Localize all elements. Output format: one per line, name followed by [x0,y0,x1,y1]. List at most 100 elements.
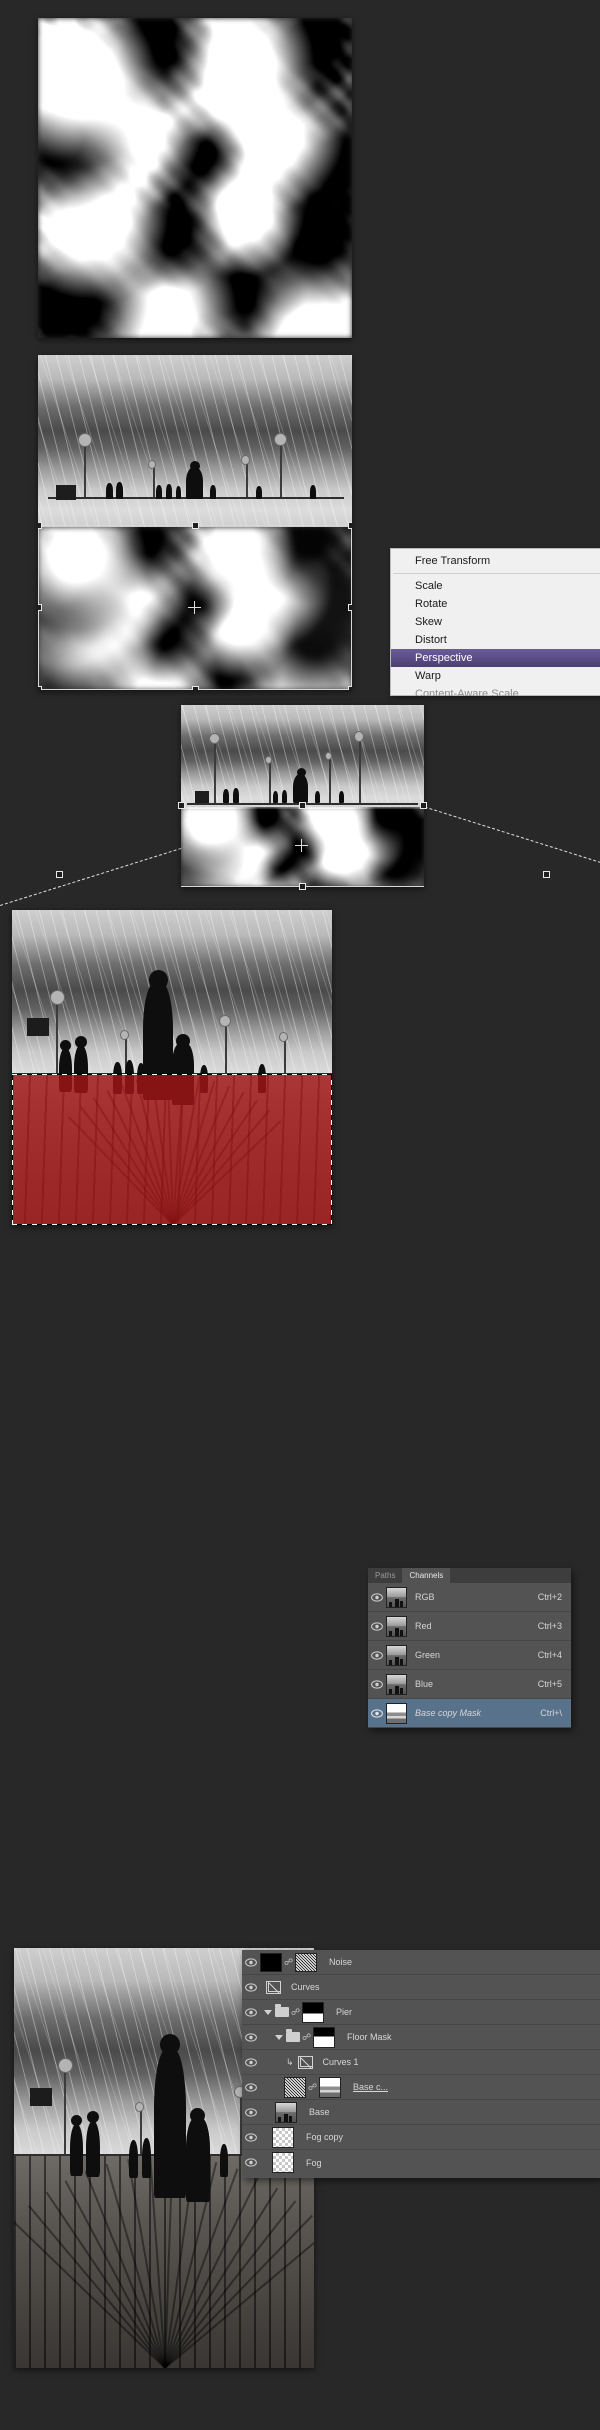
layer-row-fog[interactable]: Fog [242,2150,600,2175]
group-mask-thumbnail[interactable] [313,2026,335,2048]
perspective-reference-point[interactable] [295,839,308,852]
panel-perspective-transform [0,705,600,906]
menu-item-distort[interactable]: Distort [391,631,600,649]
group-disclosure-triangle-icon[interactable] [275,2034,283,2040]
handle-top-right[interactable] [348,522,352,529]
eye-icon[interactable] [368,1592,386,1602]
layers-list: ☍ Noise Curves ☍ Pier ☍ Floor Mask ↳ Cur… [242,1950,600,2175]
eye-icon[interactable] [242,1957,260,1967]
layer-row-curves-1[interactable]: ↳ Curves 1 [242,2050,600,2075]
handle-top-center[interactable] [192,522,199,529]
link-icon[interactable]: ☍ [284,1957,293,1968]
channel-row-green[interactable]: Green Ctrl+4 [368,1641,571,1670]
layer-name[interactable]: Base [309,2107,600,2117]
layer-thumbnail[interactable] [295,1952,317,1972]
tab-paths[interactable]: Paths [368,1568,403,1583]
channel-name: Red [415,1621,432,1631]
channel-row-blue[interactable]: Blue Ctrl+5 [368,1670,571,1699]
link-icon[interactable]: ☍ [291,2007,300,2018]
menu-item-rotate[interactable]: Rotate [391,595,600,613]
link-icon[interactable]: ☍ [302,2032,311,2043]
eye-icon[interactable] [242,2057,260,2067]
eye-icon[interactable] [242,2007,260,2017]
quick-mask-red-overlay [12,1075,332,1225]
layer-thumbnail[interactable] [272,2152,294,2173]
menu-separator [393,573,600,574]
folder-icon [286,2029,300,2042]
handle-mid-right[interactable] [348,604,352,611]
layers-panel[interactable]: ☍ Noise Curves ☍ Pier ☍ Floor Mask ↳ Cur… [242,1950,600,2178]
transform-context-menu[interactable]: Free Transform Scale Rotate Skew Distort… [390,548,600,696]
eye-icon[interactable] [242,2158,260,2167]
eye-icon[interactable] [368,1650,386,1660]
link-icon[interactable]: ☍ [308,2082,317,2093]
layer-row-curves[interactable]: Curves [242,1975,600,2000]
handle-mid-left[interactable] [38,604,42,611]
channels-list: RGB Ctrl+2 Red Ctrl+3 Green Ctrl+4 Blue … [368,1583,571,1728]
layer-name-editing[interactable]: Base c... [353,2082,600,2092]
perspective-handle-top-left[interactable] [178,802,185,809]
eye-icon[interactable] [242,2032,260,2042]
channels-panel[interactable]: Paths Channels RGB Ctrl+2 Red Ctrl+3 Gre… [368,1568,571,1728]
channel-name: Base copy Mask [415,1708,482,1718]
group-mask-thumbnail[interactable] [302,2001,324,2023]
eye-icon[interactable] [368,1679,386,1689]
layer-thumbnail[interactable] [284,2076,306,2098]
perspective-handle-bottom-center[interactable] [299,883,306,890]
curves-adjustment-icon[interactable] [266,1980,281,1994]
perspective-handle-top-center[interactable] [299,802,306,809]
layer-row-fog-copy[interactable]: Fog copy [242,2125,600,2150]
channel-shortcut: Ctrl+2 [537,1592,562,1602]
layer-name[interactable]: Floor Mask [347,2032,600,2042]
layer-name[interactable]: Curves [291,1982,600,1992]
channel-shortcut: Ctrl+3 [537,1621,562,1631]
transform-reference-point[interactable] [188,601,201,614]
channel-thumbnail [386,1586,407,1608]
menu-item-perspective[interactable]: Perspective [391,649,600,667]
eye-icon[interactable] [368,1708,386,1718]
menu-item-scale[interactable]: Scale [391,577,600,595]
perspective-handle-far-left[interactable] [56,871,63,878]
channel-name: Green [415,1650,441,1660]
layer-row-floor-mask-group[interactable]: ☍ Floor Mask [242,2025,600,2050]
menu-item-warp[interactable]: Warp [391,667,600,685]
transform-bounding-box[interactable] [38,522,352,690]
handle-top-left[interactable] [38,522,42,529]
layer-mask-thumbnail[interactable] [260,1952,282,1972]
menu-item-free-transform[interactable]: Free Transform [391,552,600,570]
handle-bottom-center[interactable] [192,686,199,690]
layer-row-base[interactable]: Base [242,2100,600,2125]
layer-mask-thumbnail[interactable] [319,2076,341,2098]
layer-thumbnail[interactable] [275,2101,297,2123]
layer-name[interactable]: Curves 1 [323,2057,600,2067]
eye-icon[interactable] [242,2107,260,2117]
eye-icon[interactable] [242,1982,260,1992]
eye-icon[interactable] [242,2082,260,2092]
handle-bottom-right[interactable] [348,686,352,690]
channel-row-rgb[interactable]: RGB Ctrl+2 [368,1583,571,1612]
perspective-handle-top-right[interactable] [420,802,427,809]
layer-row-pier-group[interactable]: ☍ Pier [242,2000,600,2025]
channels-panel-tabbar[interactable]: Paths Channels [368,1568,571,1583]
layer-name[interactable]: Fog copy [306,2132,600,2142]
layer-name[interactable]: Noise [329,1957,600,1967]
perspective-bounding-box[interactable] [178,802,427,890]
layer-name[interactable]: Pier [336,2007,600,2017]
channel-row-base-copy-mask[interactable]: Base copy Mask Ctrl+\ [368,1699,571,1728]
perspective-handle-far-right[interactable] [543,871,550,878]
handle-bottom-left[interactable] [38,686,42,690]
channel-shortcut: Ctrl+5 [537,1679,562,1689]
layer-thumbnail[interactable] [272,2126,294,2148]
channel-row-red[interactable]: Red Ctrl+3 [368,1612,571,1641]
menu-item-skew[interactable]: Skew [391,613,600,631]
layer-name[interactable]: Fog [306,2158,600,2168]
difference-clouds-texture [38,18,352,338]
eye-icon[interactable] [242,2132,260,2142]
group-disclosure-triangle-icon[interactable] [264,2009,272,2015]
layer-row-base-copy[interactable]: ☍ Base c... [242,2075,600,2100]
tab-channels[interactable]: Channels [402,1568,451,1583]
eye-icon[interactable] [368,1621,386,1631]
screenshot-stage: Free Transform Scale Rotate Skew Distort… [0,0,600,2430]
curves-adjustment-icon[interactable] [297,2055,313,2069]
layer-row-noise[interactable]: ☍ Noise [242,1950,600,1975]
